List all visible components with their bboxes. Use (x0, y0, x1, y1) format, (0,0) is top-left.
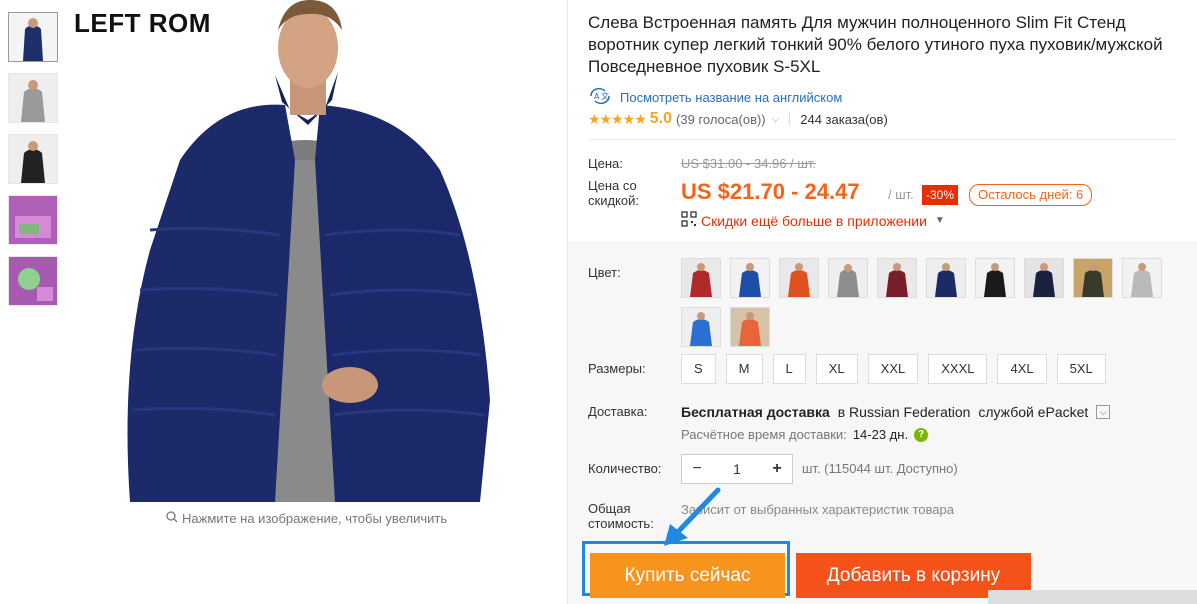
magnifier-icon (166, 511, 178, 526)
caret-down-icon: ▼ (934, 215, 945, 226)
color-swatch-coral[interactable] (730, 307, 770, 347)
quantity-stepper: − 1 + (681, 454, 793, 484)
color-swatch-blue[interactable] (730, 258, 770, 298)
shipping-estimate-label: Расчётное время доставки: (681, 427, 847, 442)
current-price: US $21.70 - 24.47 (681, 179, 860, 204)
color-swatch-dark-navy[interactable] (1024, 258, 1064, 298)
thumbnail-list (8, 12, 58, 317)
size-option[interactable]: 4XL (997, 354, 1047, 384)
days-left-badge: Осталось дней: 6 (969, 184, 1093, 206)
size-option[interactable]: L (772, 354, 806, 384)
size-option[interactable]: XXXL (928, 354, 988, 384)
thumbnail-5[interactable] (8, 256, 58, 306)
translate-icon: A文 (588, 87, 612, 108)
shipping-label: Доставка: (588, 404, 648, 419)
color-swatch-navy[interactable] (926, 258, 966, 298)
shipping-estimate-days: 14-23 дн. (852, 427, 909, 442)
price-label: Цена: (588, 156, 623, 171)
orders-count: 244 заказа(ов) (800, 111, 888, 127)
separator (588, 139, 1176, 140)
color-swatch-royal-blue[interactable] (681, 307, 721, 347)
rating-stars: ★★★★★ (588, 110, 647, 127)
thumbnail-3[interactable] (8, 134, 58, 184)
color-swatch-wine[interactable] (877, 258, 917, 298)
rating-score: 5.0 (649, 110, 673, 127)
product-title: Слева Встроенная память Для мужчин полно… (588, 13, 1163, 76)
color-swatch-red[interactable] (681, 258, 721, 298)
help-icon[interactable]: ? (914, 427, 929, 442)
app-promo-text: Скидки ещё больше в приложении (701, 212, 927, 229)
chevron-down-icon[interactable]: ⌵ (1096, 405, 1111, 419)
color-swatch-khaki[interactable] (1073, 258, 1113, 298)
translate-link-text: Посмотреть название на английском (620, 90, 843, 105)
size-option[interactable]: M (725, 354, 763, 384)
size-option[interactable]: 5XL (1056, 354, 1106, 384)
app-promo-link[interactable]: Скидки ещё больше в приложении ▼ (681, 211, 945, 230)
color-swatch-gray-hood[interactable] (828, 258, 868, 298)
thumbnail-4[interactable] (8, 195, 58, 245)
shipping-carrier: службой ePacket (978, 404, 1089, 420)
size-label: Размеры: (588, 361, 646, 376)
rating-votes[interactable]: (39 голоса(ов)) (676, 112, 766, 127)
total-label: Общая стоимость: (588, 501, 654, 531)
zoom-hint: Нажмите на изображение, чтобы увеличить (166, 511, 447, 526)
quantity-available: шт. (115044 шт. Доступно) (802, 461, 958, 476)
plus-icon[interactable]: + (762, 460, 792, 478)
size-option[interactable]: XL (815, 354, 858, 384)
shipping-destination: в Russian Federation (833, 404, 975, 420)
divider (789, 112, 791, 126)
product-main-image[interactable] (110, 0, 496, 502)
size-option[interactable]: S (681, 354, 716, 384)
color-label: Цвет: (588, 265, 621, 280)
per-unit: / шт. (888, 187, 914, 202)
thumbnail-1[interactable] (8, 12, 58, 62)
color-swatch-orange[interactable] (779, 258, 819, 298)
color-swatch-black[interactable] (975, 258, 1015, 298)
discount-price-label: Цена со скидкой: (588, 178, 639, 208)
buy-now-button[interactable]: Купить сейчас (590, 553, 785, 598)
bottom-bar-fragment (988, 590, 1197, 604)
size-options: S M L XL XXL XXXL 4XL 5XL (681, 354, 1106, 384)
color-swatch-light-gray[interactable] (1122, 258, 1162, 298)
qr-code-icon (681, 211, 697, 230)
brand-watermark: LEFT ROM (74, 8, 211, 38)
shipping-option[interactable]: Бесплатная доставка в Russian Federation… (681, 404, 1111, 420)
chevron-down-icon[interactable]: ⌵ (772, 114, 780, 125)
old-price: US $31.00 - 34.96 / шт. (681, 156, 816, 171)
shipping-free: Бесплатная доставка (681, 404, 830, 420)
minus-icon[interactable]: − (682, 460, 712, 478)
discount-badge: -30% (922, 185, 959, 205)
zoom-hint-text: Нажмите на изображение, чтобы увеличить (182, 511, 448, 526)
size-option[interactable]: XXL (867, 354, 919, 384)
svg-text:A: A (594, 92, 600, 101)
color-swatches (681, 258, 1191, 356)
quantity-label: Количество: (588, 461, 662, 476)
translate-link[interactable]: A文 Посмотреть название на английском (588, 87, 842, 108)
thumbnail-2[interactable] (8, 73, 58, 123)
quantity-input[interactable]: 1 (717, 461, 757, 477)
svg-text:文: 文 (601, 91, 609, 101)
shipping-estimate: Расчётное время доставки: 14-23 дн. ? (681, 427, 929, 442)
rating-row: ★★★★★ 5.0 (39 голоса(ов)) ⌵ 244 заказа(о… (588, 110, 888, 128)
